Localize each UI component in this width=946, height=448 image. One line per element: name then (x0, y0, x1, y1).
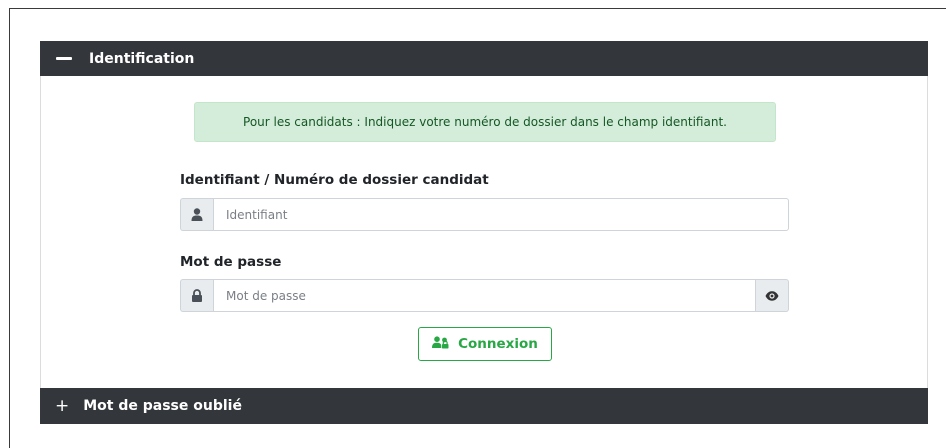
forgot-password-panel: + Mot de passe oublié (40, 388, 928, 424)
username-label: Identifiant / Numéro de dossier candidat (180, 172, 489, 188)
username-input[interactable] (213, 198, 789, 231)
login-button-label: Connexion (458, 336, 538, 352)
forgot-password-title: Mot de passe oublié (83, 398, 242, 414)
identification-panel: Identification Pour les candidats : Indi… (40, 41, 928, 388)
minus-icon (56, 57, 72, 60)
lock-icon (180, 279, 213, 312)
candidate-info-alert: Pour les candidats : Indiquez votre numé… (194, 102, 776, 142)
password-input-group (180, 279, 789, 312)
plus-icon: + (55, 395, 70, 416)
eye-icon[interactable] (756, 279, 789, 312)
username-input-group (180, 198, 789, 231)
users-icon (432, 335, 450, 353)
forgot-password-header[interactable]: + Mot de passe oublié (40, 388, 928, 424)
password-input[interactable] (213, 279, 756, 312)
identification-body: Pour les candidats : Indiquez votre numé… (40, 76, 928, 388)
identification-header[interactable]: Identification (40, 41, 928, 76)
login-button[interactable]: Connexion (418, 327, 552, 361)
identification-title: Identification (89, 50, 195, 67)
user-icon (180, 198, 213, 231)
password-label: Mot de passe (180, 254, 282, 270)
